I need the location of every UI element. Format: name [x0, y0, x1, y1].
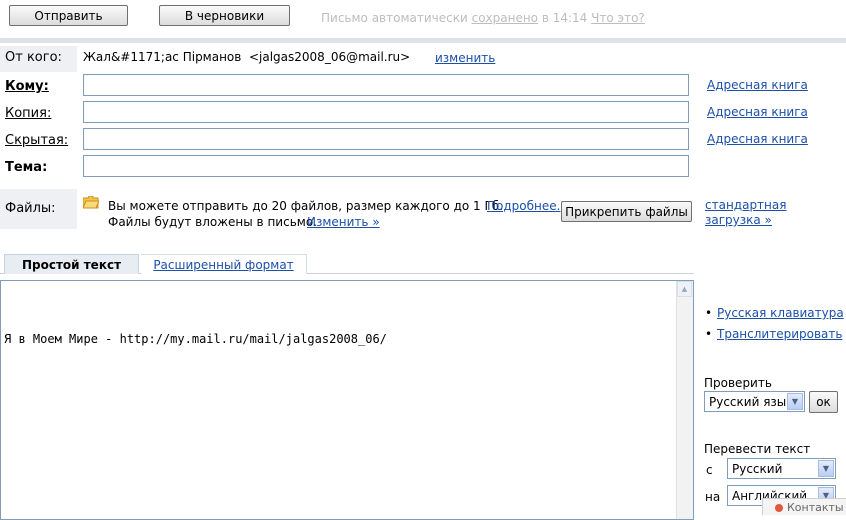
translate-label: Перевести текст: [704, 442, 811, 456]
spellcheck-language-value: Русский язы: [709, 394, 787, 409]
subject-label: Тема:: [5, 160, 48, 175]
cc-addressbook-link[interactable]: Адресная книга: [707, 105, 808, 119]
bcc-addressbook-link[interactable]: Адресная книга: [707, 132, 808, 146]
chevron-down-icon: ▼: [818, 460, 834, 477]
translate-from-select[interactable]: Русский ▼: [727, 458, 836, 479]
message-body-text: Я в Моем Мире - http://my.mail.ru/mail/j…: [4, 332, 387, 346]
contacts-label: Контакты: [787, 501, 844, 514]
message-body-editor[interactable]: Я в Моем Мире - http://my.mail.ru/mail/j…: [0, 280, 694, 520]
bcc-field[interactable]: [83, 128, 689, 150]
from-label: От кого:: [5, 50, 62, 65]
bullet-icon: •: [705, 327, 713, 341]
save-draft-button[interactable]: В черновики: [159, 5, 290, 26]
editor-scrollbar[interactable]: ▲: [676, 281, 693, 519]
send-button[interactable]: Отправить: [9, 5, 128, 26]
spellcheck-language-select[interactable]: Русский язы ▼: [704, 391, 805, 412]
chevron-down-icon: ▼: [787, 393, 803, 410]
files-label: Файлы:: [5, 201, 56, 216]
to-label[interactable]: Кому:: [5, 79, 49, 94]
tab-rich-format[interactable]: Расширенный формат: [141, 254, 307, 274]
bullet-icon: •: [705, 306, 713, 320]
scroll-up-icon[interactable]: ▲: [677, 281, 692, 297]
transliterate-link[interactable]: Транслитерировать: [717, 327, 842, 341]
russian-keyboard-link[interactable]: Русская клавиатура: [717, 306, 844, 320]
cc-label[interactable]: Копия:: [5, 106, 51, 121]
standard-upload-link[interactable]: стандартная загрузка »: [705, 198, 843, 228]
tab-plain-text[interactable]: Простой текст: [4, 254, 139, 274]
autosave-saved-link[interactable]: сохранено: [472, 11, 538, 25]
files-info-line1: Вы можете отправить до 20 файлов, размер…: [108, 199, 504, 213]
files-change-link[interactable]: Изменить »: [307, 215, 380, 229]
autosave-prefix: Письмо автоматически: [321, 11, 472, 25]
subject-field[interactable]: [83, 155, 689, 177]
spellcheck-label: Проверить: [704, 376, 772, 390]
folder-icon: [82, 195, 100, 209]
files-info-line2: Файлы будут вложены в письмо.: [108, 215, 317, 229]
cc-field[interactable]: [83, 101, 689, 123]
whats-this-link[interactable]: Что это?: [591, 11, 645, 25]
translate-to-label: на: [705, 490, 721, 504]
autosave-time: в 14:14: [538, 11, 592, 25]
bcc-label[interactable]: Скрытая:: [5, 133, 68, 148]
contacts-widget[interactable]: Контакты: [762, 498, 846, 515]
contacts-status-icon: [775, 504, 783, 512]
files-more-link[interactable]: Подробнее.: [487, 199, 560, 213]
header-divider: [0, 38, 846, 43]
to-addressbook-link[interactable]: Адресная книга: [707, 78, 808, 92]
to-field[interactable]: [83, 74, 689, 96]
autosave-status: Письмо автоматически сохранено в 14:14 Ч…: [321, 11, 645, 25]
translate-from-value: Русский: [732, 461, 783, 476]
translate-from-label: с: [706, 463, 713, 477]
spellcheck-ok-button[interactable]: ок: [809, 391, 838, 413]
from-value: Жал&#1171;ас Пірманов <jalgas2008_06@mai…: [83, 50, 411, 64]
attach-files-button[interactable]: Прикрепить файлы: [561, 201, 692, 222]
change-sender-link[interactable]: изменить: [435, 51, 495, 65]
